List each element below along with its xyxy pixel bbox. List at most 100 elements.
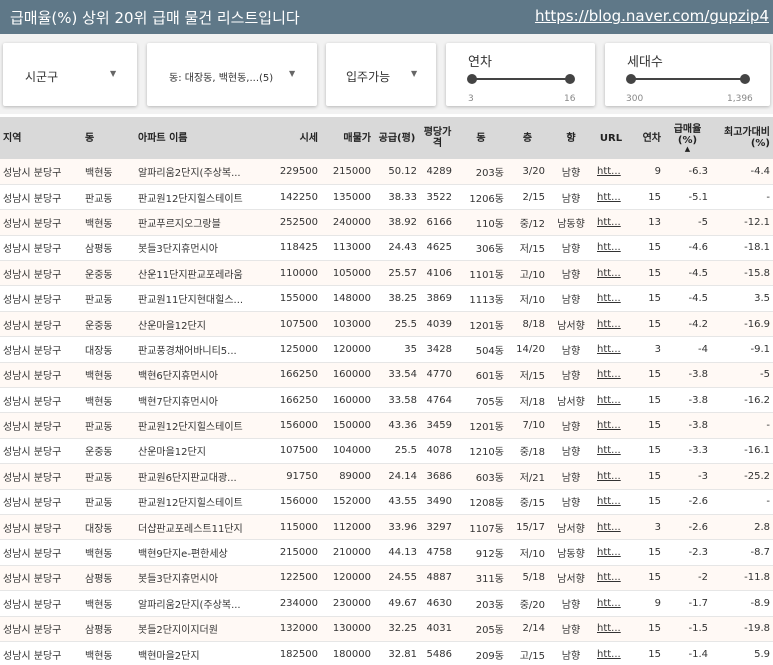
table-row[interactable]: 성남시 분당구 삼평동 봇들3단지휴먼시아 118425 113000 24.43 4625… — [0, 235, 773, 261]
header-apt-name[interactable]: 아파트 이름 — [135, 117, 268, 159]
table-row[interactable]: 성남시 분당구 백현동 백현7단지휴먼시아 166250 160000 33.58 4764… — [0, 387, 773, 413]
cell-url[interactable]: htt... — [594, 540, 628, 565]
cell-vs-peak: -25.2 — [744, 470, 770, 482]
cell-url[interactable]: htt... — [594, 413, 628, 438]
cell-url[interactable]: htt... — [594, 311, 628, 336]
years-slider-max-handle[interactable] — [565, 74, 575, 84]
cell-building: 203동 — [475, 599, 504, 611]
cell-age: 15 — [648, 547, 661, 559]
chevron-down-icon: ▼ — [110, 69, 117, 78]
cell-listing-price: 120000 — [332, 343, 371, 355]
header-market-price[interactable]: 시세 — [268, 117, 321, 159]
cell-url[interactable]: htt... — [594, 616, 628, 641]
cell-url[interactable]: htt... — [594, 261, 628, 286]
move-in-dropdown-label: 입주가능 — [346, 70, 391, 84]
header-listing-price[interactable]: 매물가 — [321, 117, 374, 159]
cell-url[interactable]: htt... — [594, 286, 628, 311]
cell-building: 203동 — [475, 167, 504, 179]
cell-discount-rate: -2.6 — [688, 521, 708, 533]
header-url[interactable]: URL — [594, 117, 628, 159]
cell-listing-price: 89000 — [339, 470, 371, 482]
cell-age: 15 — [648, 318, 661, 330]
move-in-dropdown[interactable]: 입주가능 ▼ — [326, 43, 436, 106]
cell-market-price: 125000 — [279, 343, 318, 355]
table-row[interactable]: 성남시 분당구 백현동 알파리움2단지(주상복... 229500 215000 50.1… — [0, 159, 773, 185]
cell-url[interactable]: htt... — [594, 641, 628, 665]
blog-link[interactable]: https://blog.naver.com/gupzip4 — [535, 7, 769, 25]
cell-direction: 남향 — [561, 269, 581, 281]
cell-direction: 남향 — [561, 472, 581, 484]
cell-url[interactable]: htt... — [594, 235, 628, 260]
years-slider-min-handle[interactable] — [467, 74, 477, 84]
cell-listing-price: 120000 — [332, 572, 371, 584]
cell-region: 성남시 분당구 — [3, 549, 62, 561]
cell-discount-rate: -3.8 — [688, 420, 708, 432]
cell-listing-price: 230000 — [332, 597, 371, 609]
table-row[interactable]: 성남시 분당구 판교동 판교원12단지힐스테이트 142250 135000 38.33 3… — [0, 184, 773, 210]
cell-age: 15 — [648, 191, 661, 203]
cell-url[interactable]: htt... — [594, 514, 628, 539]
table-row[interactable]: 성남시 분당구 삼평동 봇들3단지휴먼시아 122500 120000 24.55 4887… — [0, 565, 773, 591]
cell-age: 15 — [648, 420, 661, 432]
table-row[interactable]: 성남시 분당구 대장동 더샵판교포레스트11단지 115000 112000 33.96 3… — [0, 514, 773, 540]
cell-vs-peak: -8.7 — [750, 547, 770, 559]
filter-bar: 시군구 ▼ 동: 대장동, 백현동,...(5) ▼ 입주가능 ▼ 연차 3 1… — [0, 34, 773, 114]
header-dong[interactable]: 동 — [82, 117, 135, 159]
table-row[interactable]: 성남시 분당구 백현동 백현6단지휴먼시아 166250 160000 33.54 4770… — [0, 362, 773, 388]
cell-url[interactable]: htt... — [594, 489, 628, 514]
cell-direction: 남향 — [561, 599, 581, 611]
table-row[interactable]: 성남시 분당구 운중동 산운마을12단지 107500 104000 25.5 4078 12… — [0, 438, 773, 464]
cell-url[interactable]: htt... — [594, 159, 628, 184]
cell-url[interactable]: htt... — [594, 337, 628, 362]
cell-dong: 판교동 — [85, 422, 113, 434]
table-row[interactable]: 성남시 분당구 백현동 알파리움2단지(주상복... 234000 230000 49.6… — [0, 590, 773, 617]
table-row[interactable]: 성남시 분당구 대장동 판교풍경채어바니티5... 125000 120000 35 342… — [0, 336, 773, 363]
years-slider-track[interactable] — [470, 78, 570, 80]
cell-supply-area: 33.58 — [388, 394, 417, 406]
households-slider-max-handle[interactable] — [740, 74, 750, 84]
table-row[interactable]: 성남시 분당구 백현동 백현마을2단지 182500 180000 32.81 5486 20… — [0, 641, 773, 665]
cell-url[interactable]: htt... — [594, 388, 628, 413]
cell-url[interactable]: htt... — [594, 438, 628, 463]
cell-url[interactable]: htt... — [594, 184, 628, 209]
cell-url[interactable]: htt... — [594, 210, 628, 235]
table-row[interactable]: 성남시 분당구 판교동 판교원11단지현대힐스... 155000 148000 38.2… — [0, 285, 773, 312]
years-slider-label: 연차 — [468, 55, 492, 70]
cell-building: 311동 — [475, 574, 504, 586]
cell-floor: 중/15 — [519, 498, 545, 510]
table-row[interactable]: 성남시 분당구 운중동 산운11단지판교포레라움 110000 105000 25.57 4… — [0, 260, 773, 286]
cell-age: 15 — [648, 394, 661, 406]
households-slider-track[interactable] — [629, 78, 745, 80]
cell-direction: 남서향 — [557, 574, 585, 586]
header-discount-rate[interactable]: 급매율(%) ▲ — [664, 117, 711, 159]
cell-url[interactable]: htt... — [594, 591, 628, 616]
households-slider-min-handle[interactable] — [626, 74, 636, 84]
cell-price-per-pyeong: 5486 — [426, 648, 452, 660]
table-row[interactable]: 성남시 분당구 판교동 판교원12단지힐스테이트 156000 150000 43.36 3… — [0, 412, 773, 439]
header-vs-peak[interactable]: 최고가대비(%) — [711, 117, 773, 159]
header-building[interactable]: 동 — [455, 117, 507, 159]
cell-url[interactable]: htt... — [594, 565, 628, 590]
cell-listing-price: 135000 — [332, 191, 371, 203]
cell-url[interactable]: htt... — [594, 362, 628, 387]
cell-floor: 8/18 — [522, 318, 545, 330]
header-direction[interactable]: 향 — [548, 117, 594, 159]
table-row[interactable]: 성남시 분당구 삼평동 봇들2단지이지더원 132000 130000 32.25 4031… — [0, 616, 773, 642]
header-age[interactable]: 연차 — [628, 117, 664, 159]
table-row[interactable]: 성남시 분당구 백현동 백현9단지e-편한세상 215000 210000 44.13 47… — [0, 539, 773, 566]
cell-building: 110동 — [475, 218, 504, 230]
cell-age: 15 — [648, 242, 661, 254]
table-row[interactable]: 성남시 분당구 판교동 판교원6단지판교대광... 91750 89000 24.14 36… — [0, 463, 773, 490]
header-region[interactable]: 지역 — [0, 117, 82, 159]
table-row[interactable]: 성남시 분당구 백현동 판교푸르지오그랑블 252500 240000 38.92 6166… — [0, 209, 773, 236]
cell-age: 3 — [654, 521, 661, 533]
table-row[interactable]: 성남시 분당구 운중동 산운마을12단지 107500 103000 25.5 4039 12… — [0, 311, 773, 337]
chevron-down-icon: ▼ — [289, 69, 296, 78]
header-price-per-pyeong[interactable]: 평당가격 — [420, 117, 455, 159]
dong-dropdown[interactable]: 동: 대장동, 백현동,...(5) ▼ — [147, 43, 317, 106]
header-supply-area[interactable]: 공급(평) — [374, 117, 420, 159]
cell-url[interactable]: htt... — [594, 464, 628, 489]
table-row[interactable]: 성남시 분당구 판교동 판교원12단지힐스테이트 156000 152000 43.55 3… — [0, 489, 773, 515]
header-floor[interactable]: 층 — [507, 117, 548, 159]
sigungu-dropdown[interactable]: 시군구 ▼ — [3, 43, 137, 106]
